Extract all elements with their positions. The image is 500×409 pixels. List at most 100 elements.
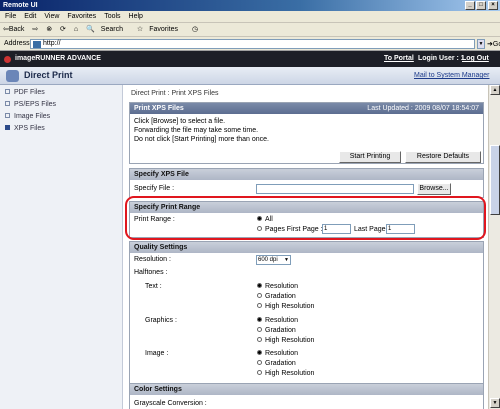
menu-favorites[interactable]: Favorites xyxy=(67,13,96,20)
text-gradation-radio[interactable]: Gradation xyxy=(257,292,296,301)
specify-file-input[interactable] xyxy=(256,184,414,194)
graphics-high-resolution-radio[interactable]: High Resolution xyxy=(257,336,314,345)
section-title: Print XPS Files Last Updated : 2009 08/0… xyxy=(130,103,483,114)
section-title: Specify XPS File xyxy=(130,169,483,180)
bullet-icon xyxy=(5,89,10,94)
image-gradation-radio[interactable]: Gradation xyxy=(257,359,296,368)
app-header: imageRUNNER ADVANCE To Portal Login User… xyxy=(0,51,500,67)
sidebar-item-ps-eps[interactable]: PS/EPS Files xyxy=(0,99,122,111)
image-high-resolution-radio[interactable]: High Resolution xyxy=(257,369,314,378)
address-label: Address xyxy=(4,40,30,47)
stop-icon[interactable]: ⊗ xyxy=(46,26,52,33)
resolution-label: Resolution : xyxy=(134,256,171,263)
grayscale-conversion-label: Grayscale Conversion : xyxy=(134,400,207,407)
brand-name: imageRUNNER ADVANCE xyxy=(15,55,101,62)
home-icon[interactable]: ⌂ xyxy=(74,26,78,33)
sidebar-item-label: XPS Files xyxy=(14,125,45,132)
sidebar-item-xps[interactable]: XPS Files xyxy=(0,123,122,135)
scroll-up-icon[interactable]: ▲ xyxy=(490,85,500,95)
print-range-highlight xyxy=(125,196,486,240)
text-resolution-radio[interactable]: Resolution xyxy=(257,282,298,291)
section-title: Quality Settings xyxy=(130,242,483,253)
radio-icon xyxy=(257,293,262,298)
forward-button[interactable]: ⇨ xyxy=(32,26,38,33)
menu-bar: File Edit View Favorites Tools Help xyxy=(0,11,500,23)
favorites-button[interactable]: ☆ Favorites xyxy=(137,26,184,33)
go-button[interactable]: ➜Go xyxy=(487,40,500,48)
maximize-button[interactable]: □ xyxy=(476,1,486,10)
graphics-resolution-radio[interactable]: Resolution xyxy=(257,316,298,325)
radio-label: Resolution xyxy=(265,317,299,324)
window-title: Remote UI xyxy=(3,2,38,9)
section-title-text: Print XPS Files xyxy=(134,105,184,112)
window-title-bar: Remote UI _ □ × xyxy=(0,0,500,11)
radio-icon xyxy=(257,303,262,308)
bullet-icon xyxy=(5,113,10,118)
page-header: Direct Print Mail to System Manager xyxy=(0,67,500,85)
resolution-value: 600 dpi xyxy=(258,257,278,263)
radio-label: High Resolution xyxy=(265,303,315,310)
radio-label: Resolution xyxy=(265,283,299,290)
address-input[interactable]: http:// xyxy=(30,39,475,49)
radio-icon xyxy=(257,283,262,288)
specify-file-label: Specify File : xyxy=(134,185,175,192)
bullet-icon xyxy=(5,125,10,130)
browser-toolbar: ⇦Back ⇨ ⊗ ⟳ ⌂ 🔍 Search ☆ Favorites ◷ xyxy=(0,23,500,37)
menu-help[interactable]: Help xyxy=(129,13,143,20)
sidebar-item-image[interactable]: Image Files xyxy=(0,111,122,123)
search-button[interactable]: 🔍 Search xyxy=(86,26,129,33)
print-xps-section: Print XPS Files Last Updated : 2009 08/0… xyxy=(129,102,484,164)
star-icon: ☆ xyxy=(136,26,144,33)
scrollbar-thumb[interactable] xyxy=(490,145,500,215)
radio-icon xyxy=(257,317,262,322)
radio-icon xyxy=(257,370,262,375)
bullet-icon xyxy=(5,101,10,106)
menu-file[interactable]: File xyxy=(5,13,16,20)
radio-label: High Resolution xyxy=(265,337,315,344)
browse-button[interactable]: Browse... xyxy=(417,183,451,195)
page-title: Direct Print xyxy=(24,70,73,80)
favorites-label: Favorites xyxy=(149,26,178,33)
sidebar-item-label: PDF Files xyxy=(14,89,45,96)
radio-label: Gradation xyxy=(265,360,296,367)
radio-icon xyxy=(257,337,262,342)
close-button[interactable]: × xyxy=(488,1,498,10)
restore-defaults-button[interactable]: Restore Defaults xyxy=(405,151,481,163)
radio-label: Resolution xyxy=(265,350,299,357)
address-dropdown-icon[interactable]: ▼ xyxy=(477,39,485,49)
start-printing-button[interactable]: Start Printing xyxy=(339,151,401,163)
vertical-scrollbar[interactable]: ▲ ▼ xyxy=(488,85,500,409)
search-label: Search xyxy=(100,26,123,33)
back-button[interactable]: ⇦Back xyxy=(3,26,24,33)
instruction-line: Click [Browse] to select a file. xyxy=(134,118,226,125)
radio-icon xyxy=(257,350,262,355)
graphics-gradation-radio[interactable]: Gradation xyxy=(257,326,296,335)
minimize-button[interactable]: _ xyxy=(465,1,475,10)
last-updated: Last Updated : 2009 08/07 18:54:07 xyxy=(367,105,479,112)
instruction-line: Forwarding the file may take some time. xyxy=(134,127,259,134)
menu-tools[interactable]: Tools xyxy=(104,13,120,20)
image-resolution-radio[interactable]: Resolution xyxy=(257,349,298,358)
history-icon[interactable]: ◷ xyxy=(192,26,198,33)
logout-link[interactable]: Log Out xyxy=(462,51,489,67)
login-user-text: Login User : 1 xyxy=(418,55,465,62)
sidebar-item-label: PS/EPS Files xyxy=(14,101,57,108)
radio-label: Gradation xyxy=(265,293,296,300)
go-label: Go xyxy=(492,41,500,48)
scroll-down-icon[interactable]: ▼ xyxy=(490,398,500,408)
mail-to-system-manager-link[interactable]: Mail to System Manager xyxy=(414,72,489,79)
chevron-down-icon: ▼ xyxy=(284,257,289,263)
halftones-label: Halftones : xyxy=(134,269,168,276)
refresh-icon[interactable]: ⟳ xyxy=(60,26,66,33)
sidebar: PDF Files PS/EPS Files Image Files XPS F… xyxy=(0,85,123,409)
sidebar-item-pdf[interactable]: PDF Files xyxy=(0,87,122,99)
text-halftone-label: Text : xyxy=(145,283,162,290)
brand-logo-icon xyxy=(4,56,11,63)
text-high-resolution-radio[interactable]: High Resolution xyxy=(257,302,314,311)
menu-edit[interactable]: Edit xyxy=(24,13,36,20)
resolution-select[interactable]: 600 dpi ▼ xyxy=(256,255,291,265)
menu-view[interactable]: View xyxy=(44,13,59,20)
page-icon xyxy=(33,41,41,48)
quality-section: Quality Settings xyxy=(129,241,484,384)
to-portal-link[interactable]: To Portal xyxy=(384,51,414,67)
